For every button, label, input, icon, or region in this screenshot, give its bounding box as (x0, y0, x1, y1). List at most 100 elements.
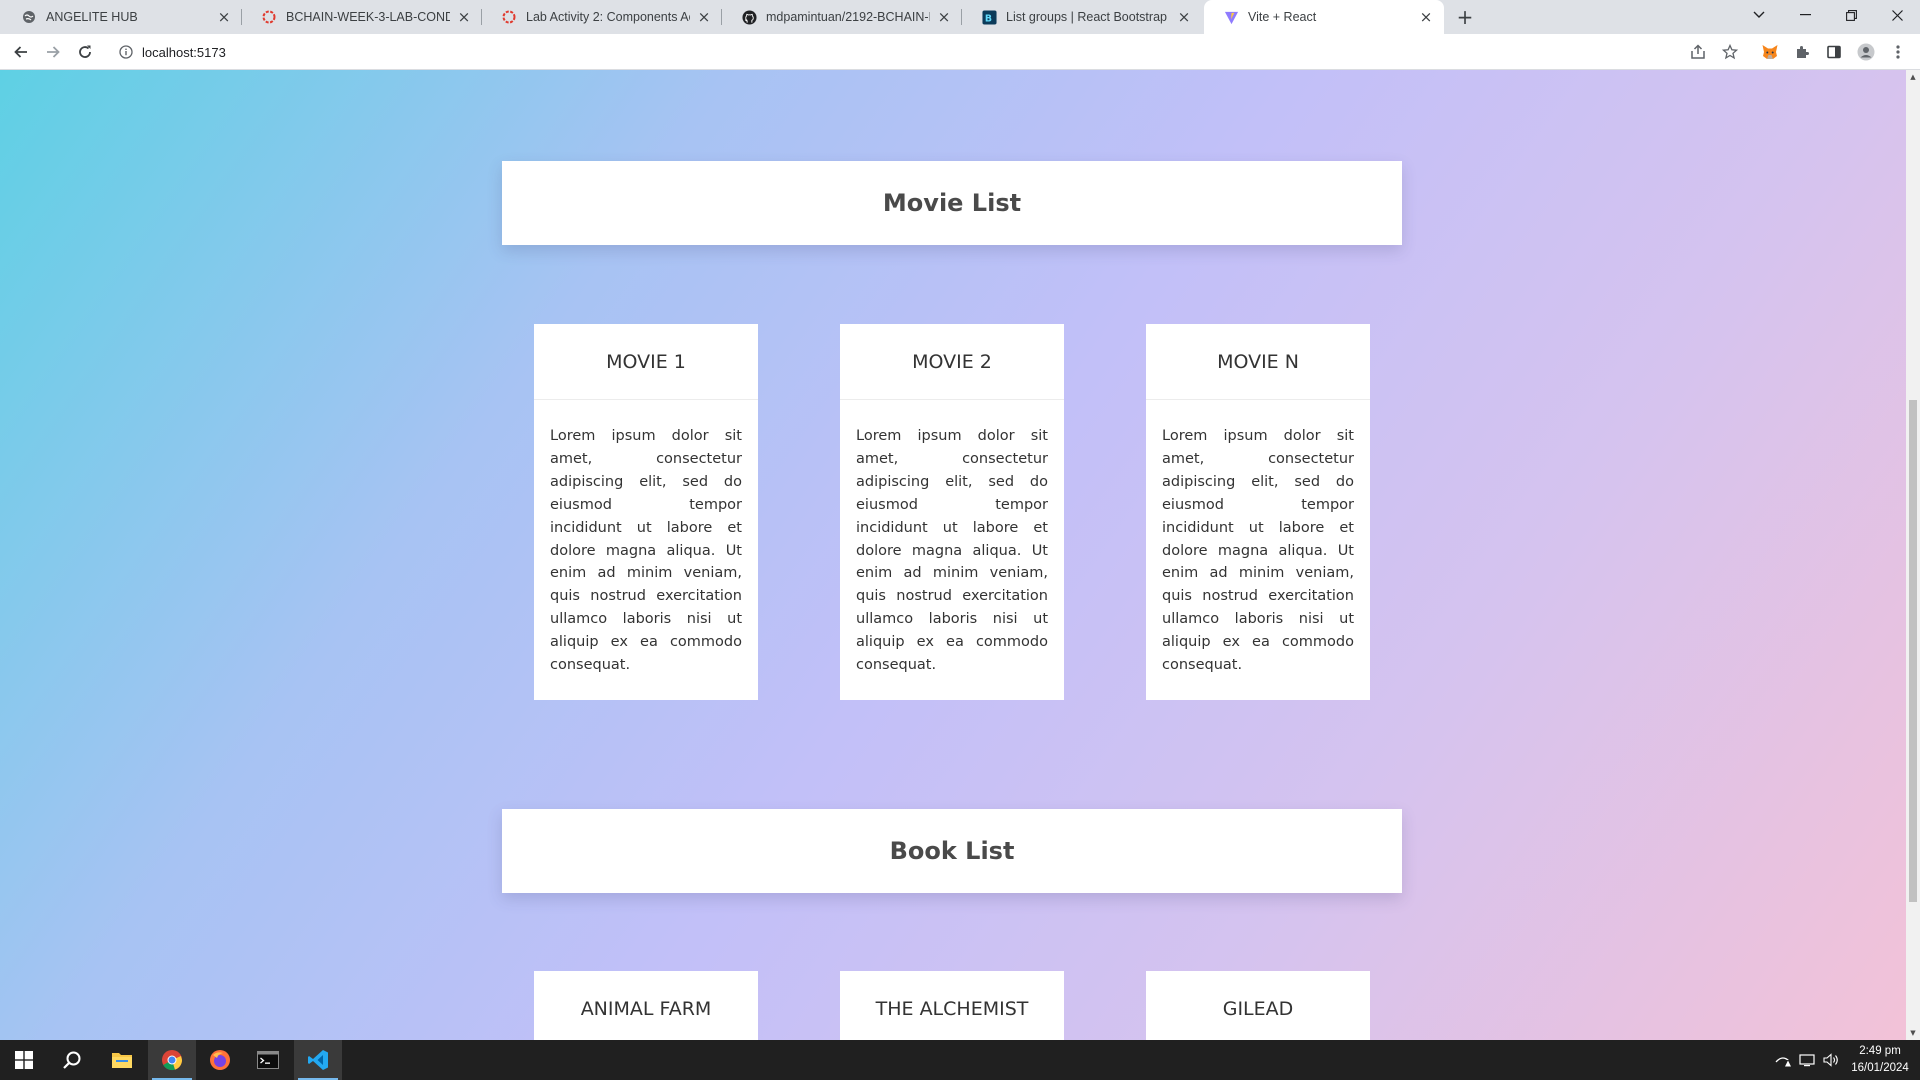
url-text: localhost:5173 (142, 44, 226, 60)
side-panel-button[interactable] (1821, 39, 1847, 65)
tab-react-bootstrap[interactable]: B List groups | React Bootstrap × (962, 0, 1202, 34)
tab-search-button[interactable] (1736, 0, 1782, 30)
file-explorer-button[interactable] (98, 1040, 146, 1080)
close-icon[interactable]: × (1418, 8, 1434, 26)
svg-text:B: B (984, 13, 991, 24)
vertical-scrollbar[interactable]: ▲ ▼ (1906, 70, 1920, 1040)
close-icon (1891, 9, 1903, 21)
network-warning-icon[interactable] (1775, 1052, 1791, 1068)
extensions-button[interactable] (1789, 39, 1815, 65)
movie-card-title: MOVIE N (1146, 324, 1370, 400)
start-button[interactable] (0, 1040, 48, 1080)
display-icon[interactable] (1799, 1052, 1815, 1068)
react-bootstrap-icon: B (981, 9, 997, 25)
new-tab-button[interactable]: + (1453, 5, 1477, 29)
movie-card: MOVIE 1 Lorem ipsum dolor sit amet, cons… (534, 324, 758, 700)
vscode-taskbar-button[interactable] (294, 1040, 342, 1080)
red-ring-icon (261, 9, 277, 25)
reload-icon (79, 45, 91, 58)
search-icon (63, 1051, 81, 1069)
scroll-down-arrow-icon[interactable]: ▼ (1906, 1026, 1920, 1040)
red-ring-icon (501, 9, 517, 25)
movie-list-header: Movie List (502, 161, 1402, 245)
search-button[interactable] (48, 1040, 96, 1080)
metamask-fox-icon (1762, 45, 1778, 59)
info-icon[interactable] (118, 44, 134, 60)
book-card: THE ALCHEMIST (840, 971, 1064, 1040)
share-button[interactable] (1685, 39, 1711, 65)
back-button[interactable] (8, 39, 34, 65)
tab-title: ANGELITE HUB (46, 10, 138, 24)
profile-button[interactable] (1853, 39, 1879, 65)
github-icon (741, 9, 757, 25)
chrome-taskbar-button[interactable] (148, 1040, 196, 1080)
page-viewport[interactable]: Movie List MOVIE 1 Lorem ipsum dolor sit… (0, 70, 1920, 1040)
tab-title: List groups | React Bootstrap (1006, 10, 1167, 24)
tab-strip: ANGELITE HUB × BCHAIN-WEEK-3-LAB-CONDITI… (0, 0, 1920, 34)
tab-title: mdpamintuan/2192-BCHAIN-MD (766, 10, 930, 24)
tab-title: BCHAIN-WEEK-3-LAB-CONDITIONAL (286, 10, 450, 24)
side-panel-icon (1827, 45, 1841, 59)
close-window-button[interactable] (1874, 0, 1920, 30)
address-bar[interactable]: localhost:5173 (110, 38, 1680, 66)
firefox-icon (210, 1050, 230, 1070)
folder-icon (112, 1053, 132, 1068)
movie-card-text: Lorem ipsum dolor sit amet, consectetur … (1162, 428, 1354, 674)
vscode-icon (308, 1050, 328, 1070)
book-list-header: Book List (502, 809, 1402, 893)
close-icon[interactable]: × (216, 8, 232, 26)
forward-button[interactable] (40, 39, 66, 65)
star-icon (1722, 44, 1738, 60)
restore-button[interactable] (1828, 0, 1874, 30)
metamask-extension-button[interactable] (1757, 39, 1783, 65)
tab-angelite-hub[interactable]: ANGELITE HUB × (2, 0, 242, 34)
book-card-title: THE ALCHEMIST (840, 971, 1064, 1040)
movie-card-title: MOVIE 1 (534, 324, 758, 400)
scroll-up-arrow-icon[interactable]: ▲ (1906, 70, 1920, 84)
chrome-icon (162, 1050, 183, 1071)
kebab-menu-icon (1896, 45, 1900, 59)
share-icon (1691, 44, 1705, 59)
avatar-icon (1857, 43, 1875, 61)
movie-card-text: Lorem ipsum dolor sit amet, consectetur … (856, 428, 1048, 674)
tab-lab-activity-2[interactable]: Lab Activity 2: Components Activity × (482, 0, 722, 34)
clock-date: 16/01/2024 (1851, 1062, 1909, 1074)
tab-title: Lab Activity 2: Components Activity (526, 10, 690, 24)
tab-bchain-week-3[interactable]: BCHAIN-WEEK-3-LAB-CONDITIONAL × (242, 0, 482, 34)
arrow-right-icon (47, 46, 60, 58)
firefox-taskbar-button[interactable] (196, 1040, 244, 1080)
movie-card-title: MOVIE 2 (840, 324, 1064, 400)
book-card-title: ANIMAL FARM (534, 971, 758, 1040)
taskbar: 2:49 pm 16/01/2024 (0, 1040, 1920, 1080)
reload-button[interactable] (72, 39, 98, 65)
tab-github-repo[interactable]: mdpamintuan/2192-BCHAIN-MD × (722, 0, 962, 34)
globe-icon (21, 9, 37, 25)
minimize-button[interactable] (1782, 0, 1828, 30)
puzzle-icon (1797, 46, 1809, 58)
restore-icon (1845, 9, 1857, 21)
system-clock[interactable]: 2:49 pm 16/01/2024 (1845, 1043, 1915, 1077)
movie-card: MOVIE 2 Lorem ipsum dolor sit amet, cons… (840, 324, 1064, 700)
close-icon[interactable]: × (936, 8, 952, 26)
book-card: ANIMAL FARM (534, 971, 758, 1040)
volume-icon[interactable] (1823, 1052, 1839, 1068)
minimize-icon (1799, 14, 1811, 16)
menu-button[interactable] (1885, 39, 1911, 65)
bookmark-button[interactable] (1717, 39, 1743, 65)
vite-icon (1223, 9, 1239, 25)
scrollbar-thumb[interactable] (1909, 400, 1917, 902)
book-card-title: GILEAD (1146, 971, 1370, 1040)
tab-title: Vite + React (1248, 10, 1317, 24)
tab-vite-react[interactable]: Vite + React × (1204, 0, 1444, 34)
close-icon[interactable]: × (1176, 8, 1192, 26)
chevron-down-icon (1753, 11, 1765, 18)
close-icon[interactable]: × (696, 8, 712, 26)
movie-card: MOVIE N Lorem ipsum dolor sit amet, cons… (1146, 324, 1370, 700)
windows-logo-icon (15, 1051, 33, 1069)
movie-list-title: Movie List (882, 189, 1022, 217)
book-list-title: Book List (889, 837, 1015, 865)
close-icon[interactable]: × (456, 8, 472, 26)
arrow-left-icon (14, 46, 27, 58)
movie-card-text: Lorem ipsum dolor sit amet, consectetur … (550, 428, 742, 674)
terminal-taskbar-button[interactable] (244, 1040, 292, 1080)
